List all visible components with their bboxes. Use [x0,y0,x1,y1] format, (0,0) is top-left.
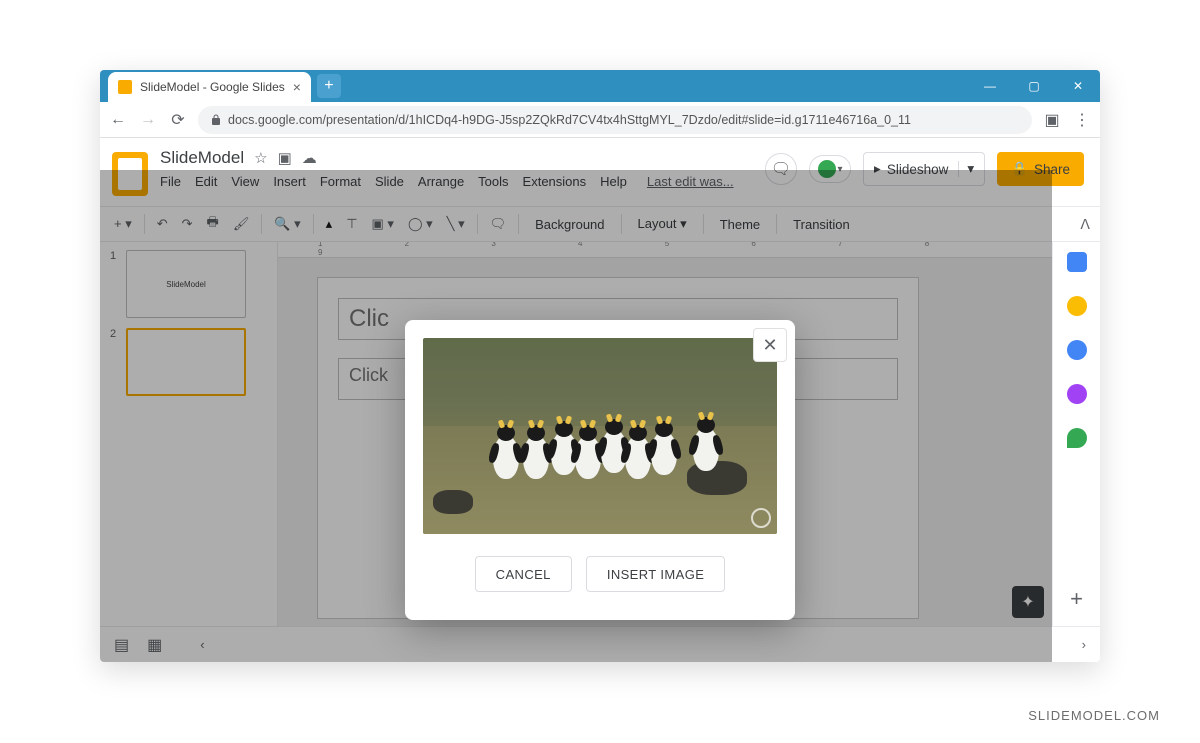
menu-view[interactable]: View [231,174,259,189]
image-tool-icon[interactable]: ▣ ▾ [368,214,398,234]
side-panel-icon[interactable]: ▣ [1042,110,1062,130]
contacts-icon[interactable] [1067,384,1087,404]
status-bar: ▤ ▦ ‹ › [100,626,1100,662]
comment-icon[interactable]: 🗨 [486,214,511,234]
move-folder-icon[interactable]: ▣ [278,149,292,167]
menu-slide[interactable]: Slide [375,174,404,189]
tab-title: SlideModel - Google Slides [140,80,285,94]
nav-back-icon[interactable]: ← [108,111,128,129]
menu-format[interactable]: Format [320,174,361,189]
scroll-right-icon[interactable]: › [1082,637,1086,652]
line-tool-icon[interactable]: ╲ ▾ [443,214,469,234]
insert-image-button[interactable]: INSERT IMAGE [586,556,726,592]
browser-tab[interactable]: SlideModel - Google Slides × [108,72,311,102]
tasks-icon[interactable] [1067,340,1087,360]
keep-icon[interactable] [1067,296,1087,316]
redo-icon[interactable]: ↷ [178,214,197,234]
maps-icon[interactable] [1067,428,1087,448]
nav-forward-icon[interactable]: → [138,111,158,129]
slides-favicon-icon [118,80,132,94]
thumbnail-2[interactable]: 2 [110,328,267,396]
menu-edit[interactable]: Edit [195,174,217,189]
paint-format-icon[interactable]: 🖌 [229,214,254,234]
window-minimize-icon[interactable]: — [968,70,1012,102]
slideshow-button[interactable]: ▸ Slideshow ▾ [863,152,985,186]
tab-close-icon[interactable]: × [293,79,301,95]
slides-logo-icon[interactable] [112,152,148,196]
transition-button[interactable]: Transition [785,213,858,236]
explore-button[interactable]: ✦ [1012,586,1044,618]
shape-tool-icon[interactable]: ◯ ▾ [404,214,437,234]
menu-extensions[interactable]: Extensions [523,174,587,189]
thumb-number: 1 [110,250,120,318]
menu-file[interactable]: File [160,174,181,189]
menu-arrange[interactable]: Arrange [418,174,464,189]
side-panel: + [1052,242,1100,626]
slideshow-label: Slideshow [887,162,949,177]
scroll-left-icon[interactable]: ‹ [200,637,204,652]
menu-tools[interactable]: Tools [478,174,508,189]
horizontal-ruler: 1 2 3 4 5 6 7 8 9 [278,242,1052,258]
grid-view-icon[interactable]: ▦ [147,635,162,655]
image-preview [423,338,777,534]
window-titlebar: SlideModel - Google Slides × + — ▢ ✕ [100,70,1100,102]
menu-insert[interactable]: Insert [273,174,306,189]
star-icon[interactable]: ☆ [254,149,267,167]
share-button[interactable]: 🔒 Share [997,152,1084,186]
nav-reload-icon[interactable]: ⟳ [168,110,188,130]
browser-window: SlideModel - Google Slides × + — ▢ ✕ ← →… [100,70,1100,662]
slide-thumbnails: 1 SlideModel 2 [100,242,278,626]
close-icon: ✕ [762,335,777,356]
page-attribution: SLIDEMODEL.COM [1028,708,1160,723]
new-tab-button[interactable]: + [317,74,341,98]
share-label: Share [1034,162,1070,177]
thumb-preview: SlideModel [126,250,246,318]
filmstrip-view-icon[interactable]: ▤ [114,635,129,655]
url-text: docs.google.com/presentation/d/1hICDq4-h… [228,113,911,127]
browser-menu-icon[interactable]: ⋮ [1072,110,1092,130]
document-title[interactable]: SlideModel [160,148,244,168]
background-button[interactable]: Background [527,213,612,236]
address-bar[interactable]: docs.google.com/presentation/d/1hICDq4-h… [198,106,1032,134]
window-maximize-icon[interactable]: ▢ [1012,70,1056,102]
menu-bar: File Edit View Insert Format Slide Arran… [160,174,753,189]
window-close-icon[interactable]: ✕ [1056,70,1100,102]
select-tool-icon[interactable]: ▴ [322,214,337,234]
zoom-icon[interactable]: 🔍 ▾ [270,214,304,234]
formatting-toolbar: + ▾ ↶ ↷ 🖶 🖌 🔍 ▾ ▴ ⊤ ▣ ▾ ◯ ▾ ╲ ▾ 🗨 Backgr… [100,206,1100,242]
cancel-button[interactable]: CANCEL [475,556,572,592]
collapse-toolbar-icon[interactable]: ᐱ [1080,216,1090,233]
layout-button[interactable]: Layout ▾ [630,212,695,236]
lock-icon: 🔒 [1011,161,1028,177]
browser-toolbar: ← → ⟳ docs.google.com/presentation/d/1hI… [100,102,1100,138]
comment-history-icon[interactable]: 🗨 [765,153,797,185]
thumbnail-1[interactable]: 1 SlideModel [110,250,267,318]
play-icon: ▸ [874,161,881,177]
calendar-icon[interactable] [1067,252,1087,272]
insert-image-dialog: ✕ CANCEL INSERT IMAGE [405,320,795,620]
window-controls: — ▢ ✕ [968,70,1100,102]
undo-icon[interactable]: ↶ [153,214,172,234]
slideshow-dropdown-icon[interactable]: ▾ [958,161,974,177]
watermark-icon [751,508,771,528]
cloud-saved-icon: ☁ [302,149,317,167]
dialog-close-button[interactable]: ✕ [753,328,787,362]
meet-camera-icon [818,160,836,178]
add-ons-icon[interactable]: + [1070,586,1083,612]
lock-icon [210,114,222,126]
textbox-tool-icon[interactable]: ⊤ [342,214,361,234]
new-slide-button[interactable]: + ▾ [110,214,136,234]
meet-button[interactable]: ▾ [809,155,851,183]
app-header: SlideModel ☆ ▣ ☁ File Edit View Insert F… [100,138,1100,206]
thumb-preview [126,328,246,396]
thumb-number: 2 [110,328,120,396]
theme-button[interactable]: Theme [712,213,768,236]
last-edit-link[interactable]: Last edit was... [647,174,734,189]
menu-help[interactable]: Help [600,174,627,189]
print-icon[interactable]: 🖶 [203,211,223,237]
